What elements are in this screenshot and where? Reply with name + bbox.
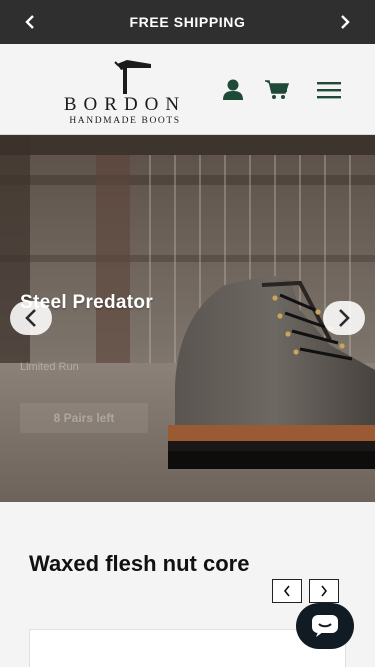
- announcement-prev-button[interactable]: [20, 12, 40, 32]
- hero-image: [0, 135, 375, 502]
- announcement-text: FREE SHIPPING: [129, 14, 246, 30]
- cart-button[interactable]: [263, 76, 291, 104]
- account-button[interactable]: [219, 76, 247, 104]
- user-icon: [223, 79, 243, 100]
- hero-subtitle: Limited Run: [20, 361, 79, 373]
- brand-name: BORDON: [63, 94, 187, 115]
- section-title: Waxed flesh nut core: [29, 551, 250, 576]
- chevron-left-icon: [25, 15, 34, 29]
- chevron-right-icon: [339, 309, 350, 327]
- hero-slider: Steel Predator Limited Run 8 Pairs left: [0, 135, 375, 502]
- brand-tagline: HANDMADE BOOTS: [69, 116, 181, 126]
- chat-icon: [312, 615, 338, 637]
- chevron-left-icon: [25, 309, 36, 327]
- announcement-bar: FREE SHIPPING: [0, 0, 375, 44]
- hero-cta-button[interactable]: 8 Pairs left: [20, 403, 148, 433]
- chat-button[interactable]: [296, 603, 354, 649]
- menu-button[interactable]: [315, 76, 343, 104]
- menu-icon: [317, 82, 341, 99]
- announcement-next-button[interactable]: [335, 12, 355, 32]
- hero-next-button[interactable]: [323, 301, 365, 335]
- hero-prev-button[interactable]: [10, 301, 52, 335]
- site-header: BORDON HANDMADE BOOTS: [0, 44, 375, 135]
- hammer-icon: [114, 60, 151, 94]
- section-prev-button[interactable]: [272, 579, 302, 603]
- cart-icon: [265, 80, 290, 99]
- chevron-right-icon: [321, 585, 328, 597]
- chevron-left-icon: [283, 585, 290, 597]
- logo[interactable]: BORDON HANDMADE BOOTS: [40, 54, 210, 126]
- chevron-right-icon: [341, 15, 350, 29]
- section-next-button[interactable]: [309, 579, 339, 603]
